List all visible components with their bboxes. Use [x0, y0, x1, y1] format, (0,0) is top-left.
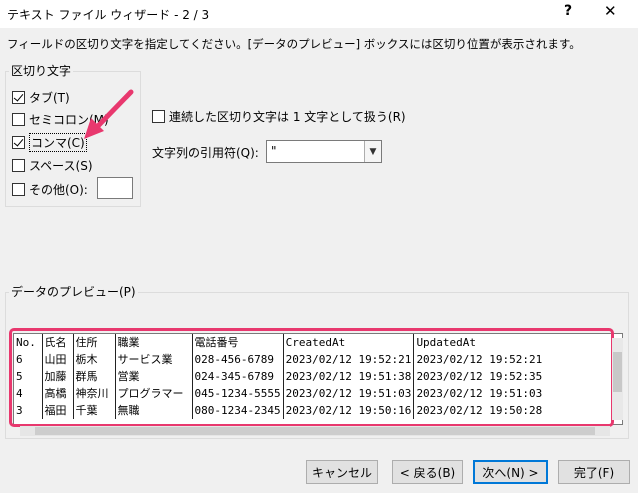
- preview-cell: 氏名: [42, 334, 74, 351]
- finish-button[interactable]: 完了(F): [558, 460, 630, 484]
- checkbox-box[interactable]: [12, 182, 25, 196]
- text-qualifier-value: ": [271, 144, 277, 158]
- semicolon-checkbox[interactable]: セミコロン(M): [12, 110, 109, 128]
- checkbox-box[interactable]: [12, 135, 25, 149]
- instruction-text: フィールドの区切り文字を指定してください。[データのプレビュー] ボックスには区…: [7, 37, 581, 51]
- preview-row: 4 高橋 神奈川 プログラマー 045-1234-5555 2023/02/12…: [14, 385, 574, 402]
- data-preview[interactable]: No. 氏名 住所 職業 電話番号 CreatedAt UpdatedAt 6 …: [13, 333, 623, 425]
- delimiter-group-label: 区切り文字: [9, 62, 74, 79]
- consecutive-delimiters-checkbox[interactable]: 連続した区切り文字は 1 文字として扱う(R): [152, 107, 406, 125]
- preview-cell: No.: [14, 334, 43, 351]
- preview-cell: 高橋: [42, 385, 74, 402]
- close-button[interactable]: ✕: [604, 2, 617, 20]
- preview-cell: 2023/02/12 19:52:21: [416, 353, 543, 366]
- semicolon-checkbox-label: セミコロン(M): [29, 112, 109, 127]
- preview-cell: 024-345-6789: [192, 368, 284, 385]
- preview-cell: 2023/02/12 19:51:03: [283, 385, 415, 402]
- preview-cell: 2023/02/12 19:50:16: [283, 402, 415, 419]
- preview-cell: 4: [14, 385, 43, 402]
- preview-cell: 5: [14, 368, 43, 385]
- preview-row: 3 福田 千葉 無職 080-1234-2345 2023/02/12 19:5…: [14, 402, 574, 419]
- comma-checkbox[interactable]: コンマ(C): [12, 132, 87, 152]
- preview-cell: 2023/02/12 19:51:03: [416, 387, 543, 400]
- preview-cell: 山田: [42, 351, 74, 368]
- tab-checkbox[interactable]: タブ(T): [12, 88, 70, 106]
- preview-cell: 2023/02/12 19:51:38: [283, 368, 415, 385]
- preview-cell: 栃木: [73, 351, 116, 368]
- preview-table: No. 氏名 住所 職業 電話番号 CreatedAt UpdatedAt 6 …: [14, 334, 574, 419]
- tab-checkbox-label: タブ(T): [29, 90, 70, 105]
- horizontal-scrollbar[interactable]: [20, 426, 610, 436]
- preview-cell: 千葉: [73, 402, 116, 419]
- scrollbar-thumb[interactable]: [613, 352, 622, 392]
- vertical-scrollbar[interactable]: [612, 338, 623, 420]
- preview-cell: 住所: [73, 334, 116, 351]
- checkbox-box[interactable]: [12, 90, 25, 104]
- space-checkbox-label: スペース(S): [29, 158, 93, 173]
- preview-cell: 3: [14, 402, 43, 419]
- preview-cell: 2023/02/12 19:52:35: [416, 370, 543, 383]
- preview-cell: 営業: [115, 368, 193, 385]
- text-qualifier-label: 文字列の引用符(Q):: [152, 146, 259, 160]
- cancel-button[interactable]: キャンセル: [306, 460, 378, 484]
- preview-cell: サービス業: [115, 351, 193, 368]
- window-title: テキスト ファイル ウィザード - 2 / 3: [7, 8, 210, 22]
- preview-cell: 福田: [42, 402, 74, 419]
- preview-cell: 電話番号: [192, 334, 284, 351]
- preview-label: データのプレビュー(P): [9, 283, 138, 300]
- text-qualifier-dropdown[interactable]: " ▼: [266, 140, 382, 163]
- checkbox-box[interactable]: [12, 112, 25, 126]
- preview-cell: 2023/02/12 19:50:28: [416, 404, 543, 417]
- preview-cell: 神奈川: [73, 385, 116, 402]
- preview-cell: プログラマー: [115, 385, 193, 402]
- preview-cell: 無職: [115, 402, 193, 419]
- checkbox-box[interactable]: [12, 158, 25, 172]
- preview-cell: 6: [14, 351, 43, 368]
- scrollbar-thumb[interactable]: [35, 427, 595, 435]
- consecutive-delimiters-label: 連続した区切り文字は 1 文字として扱う(R): [169, 109, 406, 124]
- other-checkbox-label: その他(O):: [29, 182, 88, 197]
- other-delimiter-input[interactable]: [97, 177, 133, 199]
- next-button[interactable]: 次へ(N) >: [473, 460, 548, 484]
- comma-checkbox-label: コンマ(C): [29, 132, 87, 152]
- other-checkbox[interactable]: その他(O):: [12, 180, 88, 198]
- preview-row: 5 加藤 群馬 営業 024-345-6789 2023/02/12 19:51…: [14, 368, 574, 385]
- preview-cell: 群馬: [73, 368, 116, 385]
- preview-cell: 080-1234-2345: [192, 402, 284, 419]
- preview-header-row: No. 氏名 住所 職業 電話番号 CreatedAt UpdatedAt: [14, 334, 574, 351]
- preview-cell: UpdatedAt: [416, 336, 477, 349]
- help-button[interactable]: ?: [564, 3, 572, 19]
- preview-row: 6 山田 栃木 サービス業 028-456-6789 2023/02/12 19…: [14, 351, 574, 368]
- preview-cell: 045-1234-5555: [192, 385, 284, 402]
- checkbox-box[interactable]: [152, 109, 165, 123]
- preview-cell: 職業: [115, 334, 193, 351]
- preview-cell: 加藤: [42, 368, 74, 385]
- space-checkbox[interactable]: スペース(S): [12, 156, 93, 174]
- preview-cell: CreatedAt: [283, 334, 415, 351]
- title-bar: テキスト ファイル ウィザード - 2 / 3 ? ✕: [0, 0, 638, 28]
- preview-cell: 2023/02/12 19:52:21: [283, 351, 415, 368]
- chevron-down-icon[interactable]: ▼: [364, 141, 381, 162]
- back-button[interactable]: < 戻る(B): [392, 460, 463, 484]
- preview-cell: 028-456-6789: [192, 351, 284, 368]
